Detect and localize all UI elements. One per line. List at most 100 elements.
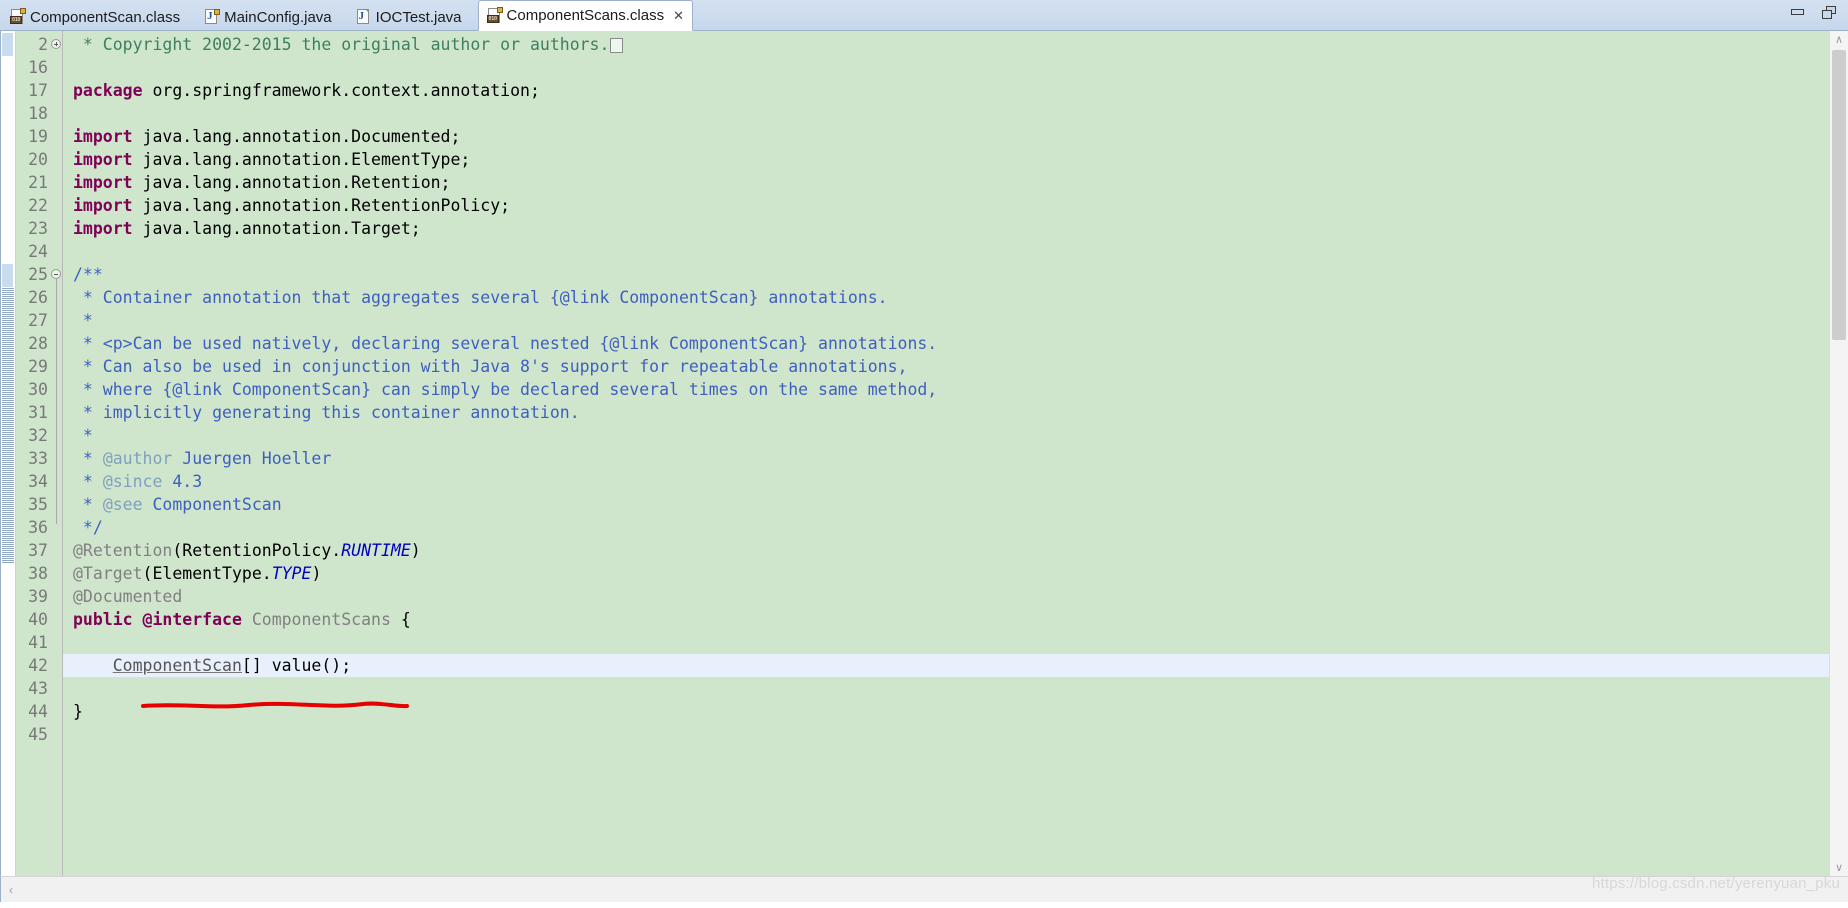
code-token: * Copyright 2002-2015 the original autho… [73,35,610,54]
code-line[interactable]: * [63,309,1829,332]
code-token: ) [410,541,421,560]
editor-tab-0[interactable]: 010 ComponentScan.class [2,4,194,30]
code-line[interactable]: * Can also be used in conjunction with J… [63,355,1829,378]
code-line[interactable]: import java.lang.annotation.Target; [63,217,1829,240]
folded-region-box[interactable] [610,38,624,53]
code-token: java.lang.annotation.RetentionPolicy; [132,196,511,215]
fold-expand-icon[interactable] [51,39,61,49]
code-token: package [73,81,143,100]
code-line[interactable] [63,631,1829,654]
code-text-area[interactable]: * Copyright 2002-2015 the original autho… [63,31,1829,876]
editor-tab-bar: 010 ComponentScan.class J MainConfig.java J I… [0,0,1848,31]
close-icon[interactable]: ✕ [673,9,684,22]
scroll-up-arrow[interactable]: ∧ [1830,31,1848,48]
horizontal-scroll-thumb[interactable] [21,881,1121,898]
line-number: 29 [28,357,48,376]
line-number: 20 [28,150,48,169]
code-line[interactable]: @Target(ElementType.TYPE) [63,562,1829,585]
code-token: ) [311,564,322,583]
code-token: import [73,173,133,192]
fold-slot [50,217,62,240]
fold-slot [50,79,62,102]
code-token: * <p>Can be used natively, declaring sev… [73,334,938,353]
code-token: java.lang.annotation.Retention; [132,173,451,192]
line-number: 40 [28,610,48,629]
code-line[interactable]: import java.lang.annotation.Documented; [63,125,1829,148]
scroll-left-arrow[interactable]: ‹ [1,877,21,903]
code-line[interactable] [63,723,1829,746]
vertical-scroll-thumb[interactable] [1832,50,1846,340]
maximize-restore-icon[interactable] [1822,6,1838,20]
code-line[interactable]: package org.springframework.context.anno… [63,79,1829,102]
code-line[interactable]: * where {@link ComponentScan} can simply… [63,378,1829,401]
code-token: */ [73,518,103,537]
code-token: ComponentScan [112,656,242,675]
fold-slot [50,539,62,562]
fold-slot [50,33,62,56]
code-line[interactable]: import java.lang.annotation.ElementType; [63,148,1829,171]
java-file-icon: J [356,9,371,25]
code-token: ComponentScan [142,495,282,514]
line-number: 31 [28,403,48,422]
fold-slot [50,723,62,746]
code-token: RUNTIME [341,541,411,560]
code-line[interactable]: * @since 4.3 [63,470,1829,493]
fold-slot [50,654,62,677]
line-number: 26 [28,288,48,307]
code-line[interactable]: ComponentScan[] value(); [63,654,1829,677]
code-line[interactable]: /** [63,263,1829,286]
code-line[interactable]: * implicitly generating this container a… [63,401,1829,424]
code-line[interactable]: import java.lang.annotation.RetentionPol… [63,194,1829,217]
code-token: public [73,610,133,629]
line-number: 33 [28,449,48,468]
code-line[interactable]: * Copyright 2002-2015 the original autho… [63,33,1829,56]
code-token: * [73,311,93,330]
fold-collapse-icon[interactable] [51,269,61,279]
code-token: /** [73,265,103,284]
code-line[interactable]: @Documented [63,585,1829,608]
line-number: 17 [28,81,48,100]
code-line[interactable]: import java.lang.annotation.Retention; [63,171,1829,194]
code-token: TYPE [271,564,312,583]
fold-slot [50,125,62,148]
vertical-scrollbar[interactable]: ∧ ∨ [1829,31,1848,876]
code-line[interactable]: * <p>Can be used natively, declaring sev… [63,332,1829,355]
code-token: } [73,702,83,721]
code-line[interactable]: } [63,700,1829,723]
code-token: * [73,426,93,445]
scroll-down-arrow[interactable]: ∨ [1830,859,1848,876]
fold-slot [50,677,62,700]
horizontal-scrollbar[interactable]: ‹ [0,876,1848,902]
code-line[interactable]: */ [63,516,1829,539]
code-token: [] value(); [241,656,352,675]
annotation-ruler[interactable] [1,31,16,876]
code-folding-column[interactable] [50,31,63,876]
code-line[interactable]: * @author Juergen Hoeller [63,447,1829,470]
code-token: java.lang.annotation.Target; [132,219,421,238]
code-line[interactable]: * Container annotation that aggregates s… [63,286,1829,309]
code-token: { [400,610,411,629]
code-line[interactable] [63,240,1829,263]
editor-tab-2[interactable]: J IOCTest.java [348,4,476,30]
code-line[interactable]: @Retention(RetentionPolicy.RUNTIME) [63,539,1829,562]
code-line[interactable] [63,677,1829,700]
editor-tab-3[interactable]: 010 ComponentScans.class ✕ [477,0,694,31]
code-editor[interactable]: 2 16 17 18 19 20 21 22 23 24 25 26 27 28 29 30 31 32 33 34 3… [0,31,1848,876]
fold-slot [50,631,62,654]
fold-slot [50,56,62,79]
code-token: * [73,472,103,491]
code-token: import [73,196,133,215]
eclipse-editor-window: 010 ComponentScan.class J MainConfig.java J I… [0,0,1848,908]
editor-tab-1[interactable]: J MainConfig.java [196,4,346,30]
code-line[interactable]: public @interface ComponentScans { [63,608,1829,631]
code-line[interactable] [63,102,1829,125]
code-line[interactable] [63,56,1829,79]
code-line[interactable]: * @see ComponentScan [63,493,1829,516]
line-number-gutter: 2 16 17 18 19 20 21 22 23 24 25 26 27 28 29 30 31 32 33 34 3… [16,31,50,876]
code-token: (ElementType. [142,564,272,583]
line-number: 42 [28,656,48,675]
code-line[interactable]: * [63,424,1829,447]
line-number: 35 [28,495,48,514]
minimize-icon[interactable] [1790,6,1806,20]
fold-slot [50,562,62,585]
